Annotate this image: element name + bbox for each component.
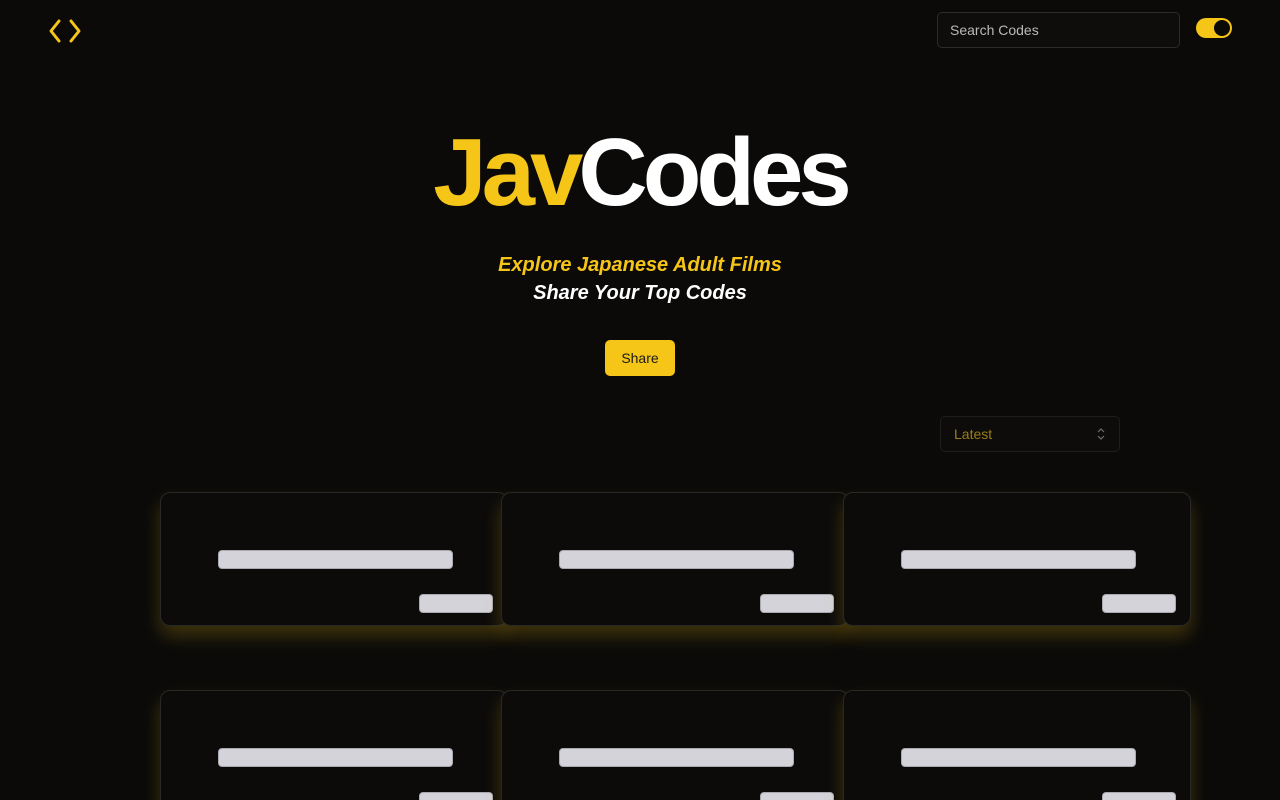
card-badge-skeleton	[1102, 792, 1176, 800]
code-card[interactable]	[160, 492, 508, 626]
card-title-skeleton	[901, 748, 1136, 767]
title-jav: Jav	[433, 119, 583, 226]
card-badge-skeleton	[760, 792, 834, 800]
card-title-skeleton	[901, 550, 1136, 569]
page: JavCodes Explore Japanese Adult Films Sh…	[0, 0, 1280, 800]
share-button[interactable]: Share	[605, 340, 675, 376]
code-card[interactable]	[160, 690, 508, 800]
code-card[interactable]	[501, 492, 849, 626]
card-title-skeleton	[218, 748, 453, 767]
tagline-share: Share Your Top Codes	[533, 282, 747, 304]
card-title-skeleton	[559, 550, 794, 569]
sort-selected-value: Latest	[954, 426, 993, 442]
code-card[interactable]	[501, 690, 849, 800]
theme-toggle[interactable]	[1196, 18, 1232, 38]
card-title-skeleton	[559, 748, 794, 767]
tagline-explore: Explore Japanese Adult Films	[498, 254, 782, 276]
toggle-knob	[1214, 20, 1230, 36]
chevron-up-down-icon	[1097, 428, 1105, 440]
card-badge-skeleton	[760, 594, 834, 613]
sort-select[interactable]: Latest	[940, 416, 1120, 452]
card-title-skeleton	[218, 550, 453, 569]
code-brackets-icon[interactable]	[48, 18, 82, 44]
card-badge-skeleton	[419, 594, 493, 613]
card-badge-skeleton	[419, 792, 493, 800]
title-codes: Codes	[578, 119, 851, 226]
card-badge-skeleton	[1102, 594, 1176, 613]
code-card[interactable]	[843, 492, 1191, 626]
code-card[interactable]	[843, 690, 1191, 800]
page-title: JavCodes	[0, 118, 1280, 228]
search-input[interactable]	[937, 12, 1180, 48]
